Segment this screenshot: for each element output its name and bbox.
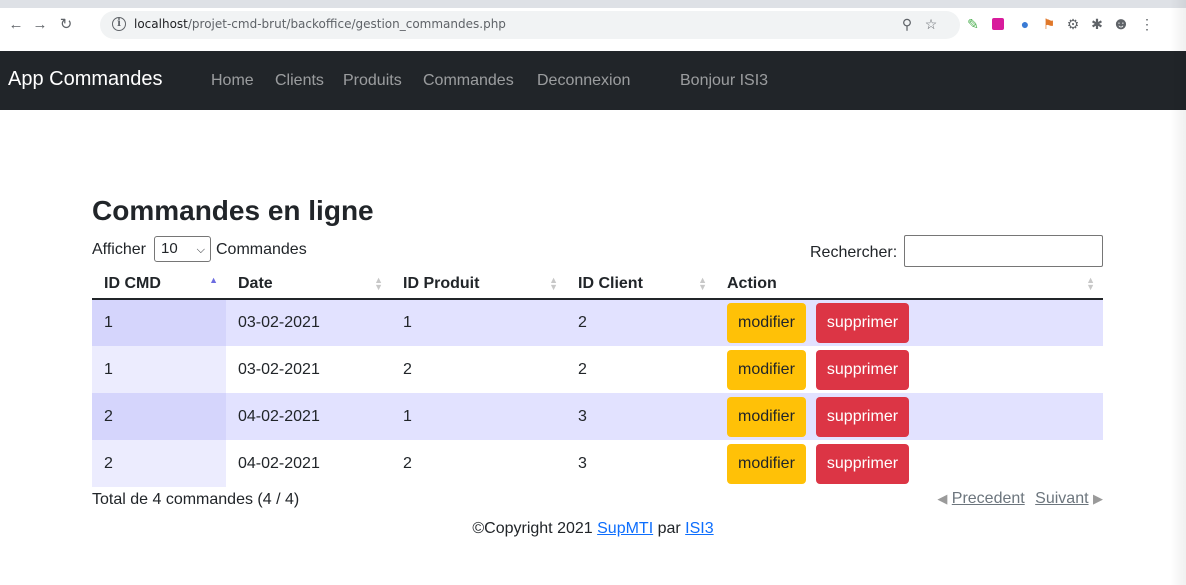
cell-id-client: 3 <box>566 393 715 440</box>
copyright-text: ©Copyright 2021 <box>472 520 593 537</box>
orders-table: ID CMD ▲ Date ▲ ▼ ID Produit ▲ ▼ ID Client… <box>92 270 1103 487</box>
delete-button[interactable]: supprimer <box>815 303 910 343</box>
user-greeting: Bonjour ISI3 <box>680 72 769 89</box>
nav-link-deconnexion[interactable]: Deconnexion <box>537 72 630 90</box>
sort-icon: ▲ ▼ <box>1086 275 1095 292</box>
edit-button[interactable]: modifier <box>727 303 806 343</box>
cell-id-produit: 2 <box>391 440 566 487</box>
cell-id-cmd: 2 <box>92 393 226 440</box>
delete-button[interactable]: supprimer <box>815 349 910 390</box>
table-row: 2 04-02-2021 2 3 modifier supprimer <box>92 440 1103 487</box>
address-bar[interactable]: i localhost/projet-cmd-brut/backoffice/g… <box>100 11 960 39</box>
eyedropper-extension-icon[interactable]: ✎ <box>964 15 982 33</box>
url-host: localhost <box>134 17 188 31</box>
edit-button[interactable]: modifier <box>727 349 806 390</box>
nav-link-home[interactable]: Home <box>211 72 254 90</box>
cell-id-cmd: 1 <box>92 346 226 393</box>
reload-icon[interactable]: ↻ <box>56 15 76 35</box>
cell-id-client: 2 <box>566 346 715 393</box>
cell-action: modifier supprimer <box>715 299 1103 346</box>
info-icon[interactable]: i <box>112 17 126 31</box>
column-header-label: ID Produit <box>403 275 480 292</box>
browser-tab-strip <box>0 0 1186 8</box>
cell-id-client: 3 <box>566 440 715 487</box>
pagination: ◀ Precedent Suivant ▶ <box>937 490 1103 508</box>
page-length-value: 10 <box>161 240 178 257</box>
chevron-down-icon: ⌵ <box>196 244 205 256</box>
window-edge-shadow <box>1170 0 1186 585</box>
zoom-icon[interactable]: ⚲ <box>898 15 916 33</box>
url-path: /projet-cmd-brut/backoffice/gestion_comm… <box>187 17 506 31</box>
column-header-id-cmd[interactable]: ID CMD ▲ <box>92 270 226 300</box>
supmti-link[interactable]: SupMTI <box>597 520 653 537</box>
forward-arrow-icon[interactable]: → <box>30 15 50 35</box>
delete-button[interactable]: supprimer <box>815 396 910 437</box>
column-header-action[interactable]: Action ▲ ▼ <box>715 270 1103 300</box>
nav-link-clients[interactable]: Clients <box>275 72 324 90</box>
isi3-link[interactable]: ISI3 <box>685 520 713 537</box>
column-header-id-client[interactable]: ID Client ▲ ▼ <box>566 270 715 300</box>
edit-button[interactable]: modifier <box>727 396 806 437</box>
cell-date: 03-02-2021 <box>226 346 391 393</box>
extension-blue-icon[interactable]: ● <box>1016 15 1034 33</box>
app-navbar: App Commandes Home Clients Produits Comm… <box>0 51 1186 110</box>
column-header-id-produit[interactable]: ID Produit ▲ ▼ <box>391 270 566 300</box>
nav-link-commandes[interactable]: Commandes <box>423 72 514 90</box>
url-text: localhost/projet-cmd-brut/backoffice/ges… <box>134 17 506 31</box>
column-header-date[interactable]: Date ▲ ▼ <box>226 270 391 300</box>
table-row: 2 04-02-2021 1 3 modifier supprimer <box>92 393 1103 440</box>
menu-kebab-icon[interactable]: ⋮ <box>1138 15 1156 33</box>
delete-button[interactable]: supprimer <box>815 443 910 484</box>
table-header-row: ID CMD ▲ Date ▲ ▼ ID Produit ▲ ▼ ID Client… <box>92 270 1103 300</box>
page-title: Commandes en ligne <box>92 195 374 226</box>
page-length-select[interactable]: 10 ⌵ <box>154 236 211 262</box>
prev-triangle-icon: ◀ <box>937 491 948 506</box>
cell-date: 04-02-2021 <box>226 440 391 487</box>
edit-button[interactable]: modifier <box>727 443 806 484</box>
cell-action: modifier supprimer <box>715 440 1103 487</box>
sort-icon: ▲ ▼ <box>374 275 383 292</box>
search-label: Rechercher: <box>810 244 898 261</box>
extension-gear-icon[interactable]: ⚙ <box>1064 15 1082 33</box>
cell-date: 04-02-2021 <box>226 393 391 440</box>
footer-par-text: par <box>657 520 681 537</box>
sort-icon: ▲ ▼ <box>549 275 558 292</box>
column-header-label: ID Client <box>578 275 643 292</box>
extension-pink-icon[interactable] <box>992 18 1004 30</box>
cell-id-cmd: 2 <box>92 440 226 487</box>
column-header-label: ID CMD <box>104 275 161 292</box>
cell-id-produit: 1 <box>391 299 566 346</box>
back-arrow-icon[interactable]: ← <box>6 15 26 35</box>
profile-icon[interactable]: ☻ <box>1112 15 1130 33</box>
footer: ©Copyright 2021 SupMTI par ISI3 <box>0 520 1186 538</box>
search-input[interactable] <box>904 235 1103 267</box>
column-header-label: Date <box>238 275 273 292</box>
cell-id-cmd: 1 <box>92 299 226 346</box>
navbar-brand[interactable]: App Commandes <box>8 68 163 91</box>
bookmark-star-icon[interactable]: ☆ <box>922 15 940 33</box>
extension-orange-icon[interactable]: ⚑ <box>1040 15 1058 33</box>
cell-date: 03-02-2021 <box>226 299 391 346</box>
sort-icon: ▲ ▼ <box>698 275 707 292</box>
next-triangle-icon: ▶ <box>1093 491 1103 506</box>
extensions-puzzle-icon[interactable]: ✱ <box>1088 15 1106 33</box>
sort-ascending-icon: ▲ <box>209 275 218 285</box>
table-row: 1 03-02-2021 1 2 modifier supprimer <box>92 299 1103 346</box>
cell-id-produit: 2 <box>391 346 566 393</box>
nav-link-produits[interactable]: Produits <box>343 72 402 90</box>
table-info: Total de 4 commandes (4 / 4) <box>92 491 300 508</box>
page-length-label: Afficher <box>92 241 146 258</box>
cell-action: modifier supprimer <box>715 346 1103 393</box>
next-page-link[interactable]: Suivant <box>1035 490 1088 507</box>
column-header-label: Action <box>727 275 777 292</box>
cell-id-client: 2 <box>566 299 715 346</box>
cell-action: modifier supprimer <box>715 393 1103 440</box>
cell-id-produit: 1 <box>391 393 566 440</box>
page-length-unit: Commandes <box>216 241 307 258</box>
table-row: 1 03-02-2021 2 2 modifier supprimer <box>92 346 1103 393</box>
prev-page-link[interactable]: Precedent <box>952 490 1025 507</box>
